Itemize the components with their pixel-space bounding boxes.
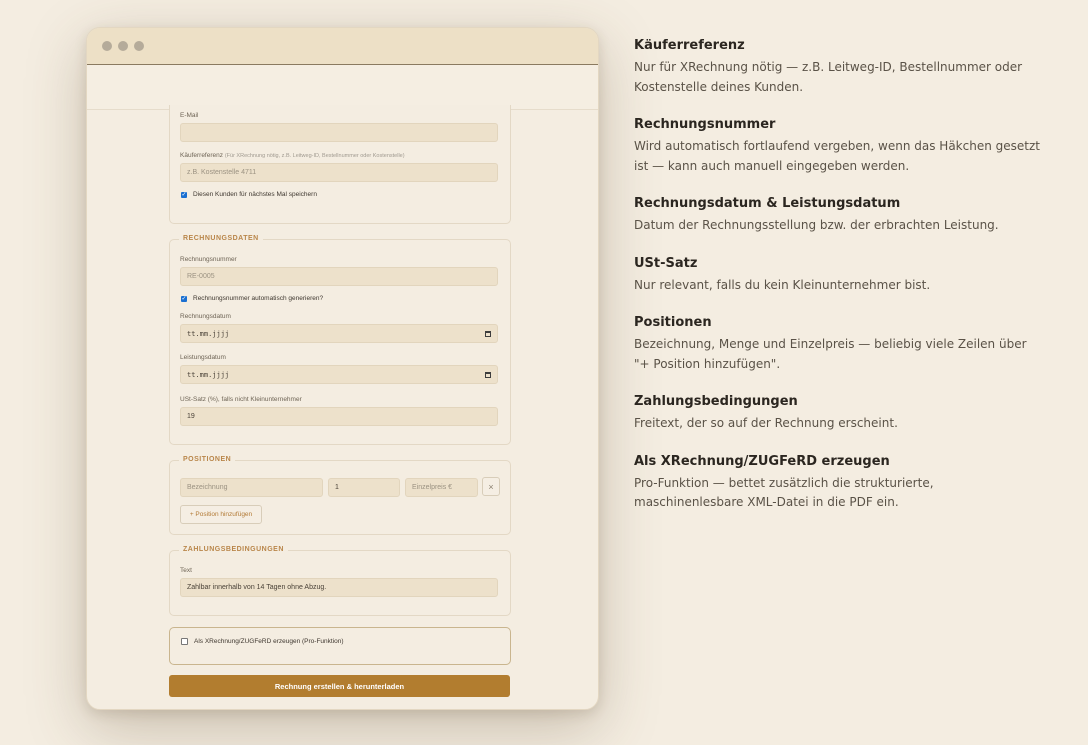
invoice-number-input[interactable]: RE-0005 <box>180 267 498 286</box>
help-text: Pro-Funktion — bettet zusätzlich die str… <box>634 475 934 510</box>
calendar-icon[interactable] <box>485 371 491 378</box>
window-close-dot[interactable] <box>102 41 112 51</box>
auto-number-label: Rechnungsnummer automatisch generieren? <box>193 295 324 302</box>
help-text: Bezeichnung, Menge und Einzelpreis — bel… <box>634 337 1027 371</box>
help-panel: Käuferreferenz Nur für XRechnung nötig —… <box>634 38 1044 533</box>
invoice-date-label: Rechnungsdatum <box>180 313 231 320</box>
xrechnung-section: Als XRechnung/ZUGFeRD erzeugen (Pro-Funk… <box>169 627 511 665</box>
position-quantity-input[interactable]: 1 <box>328 478 400 497</box>
help-title: Rechnungsnummer <box>634 117 776 132</box>
invoice-data-section: RECHNUNGSDATEN Rechnungsnummer RE-0005 ✓… <box>169 235 511 445</box>
help-title: Zahlungsbedingungen <box>634 394 798 409</box>
help-text: Nur für XRechnung nötig — z.B. Leitweg-I… <box>634 60 1023 94</box>
buyer-ref-label: Käuferreferenz (Für XRechnung nötig, z.B… <box>180 152 405 159</box>
help-title: Rechnungsdatum & Leistungsdatum <box>634 196 901 211</box>
payment-text-label: Text <box>180 567 192 574</box>
buyer-ref-hint: (Für XRechnung nötig, z.B. Leitweg-ID, B… <box>224 153 405 159</box>
email-input[interactable] <box>180 123 498 142</box>
invoice-date-value: tt.mm.jjjj <box>187 329 230 338</box>
save-customer-checkbox[interactable]: ✓ Diesen Kunden für nächstes Mal speiche… <box>181 191 317 198</box>
payment-terms-section: ZAHLUNGSBEDINGUNGEN Text Zahlbar innerha… <box>169 546 511 616</box>
create-invoice-button[interactable]: Rechnung erstellen & herunterladen <box>169 675 510 697</box>
checkbox-checked-icon: ✓ <box>181 191 187 198</box>
invoice-form: E-Mail Käuferreferenz (Für XRechnung nöt… <box>87 105 598 709</box>
save-customer-label: Diesen Kunden für nächstes Mal speichern <box>193 191 317 198</box>
position-description-input[interactable]: Bezeichnung <box>180 478 323 497</box>
checkbox-unchecked-icon <box>181 638 188 645</box>
help-text: Datum der Rechnungsstellung bzw. der erb… <box>634 218 999 232</box>
remove-position-button[interactable]: × <box>482 477 500 496</box>
app-header <box>87 65 598 110</box>
calendar-icon[interactable] <box>485 330 491 337</box>
buyer-ref-input[interactable]: z.B. Kostenstelle 4711 <box>180 163 498 182</box>
email-label: E-Mail <box>180 112 199 119</box>
checkbox-checked-icon: ✓ <box>181 295 187 302</box>
customer-section: E-Mail Käuferreferenz (Für XRechnung nöt… <box>169 105 511 224</box>
service-date-value: tt.mm.jjjj <box>187 370 230 379</box>
xrechnung-label: Als XRechnung/ZUGFeRD erzeugen (Pro-Funk… <box>194 638 344 645</box>
xrechnung-checkbox[interactable]: Als XRechnung/ZUGFeRD erzeugen (Pro-Funk… <box>181 638 344 645</box>
vat-input[interactable]: 19 <box>180 407 498 426</box>
window-titlebar <box>87 28 598 65</box>
browser-window: E-Mail Käuferreferenz (Für XRechnung nöt… <box>86 27 599 710</box>
auto-number-checkbox[interactable]: ✓ Rechnungsnummer automatisch generieren… <box>181 295 323 302</box>
help-title: USt-Satz <box>634 255 698 271</box>
invoice-data-legend: RECHNUNGSDATEN <box>179 235 263 242</box>
window-minimize-dot[interactable] <box>118 41 128 51</box>
help-text: Freitext, der so auf der Rechnung ersche… <box>634 416 898 430</box>
positions-section: POSITIONEN Bezeichnung 1 Einzelpreis € ×… <box>169 456 511 535</box>
payment-text-input[interactable]: Zahlbar innerhalb von 14 Tagen ohne Abzu… <box>180 578 498 597</box>
add-position-button[interactable]: + Position hinzufügen <box>180 505 262 524</box>
payment-terms-legend: ZAHLUNGSBEDINGUNGEN <box>179 546 288 553</box>
help-text: Nur relevant, falls du kein Kleinunterne… <box>634 277 931 292</box>
position-price-input[interactable]: Einzelpreis € <box>405 478 478 497</box>
service-date-label: Leistungsdatum <box>180 354 226 361</box>
help-title: Positionen <box>634 315 712 330</box>
help-title: Käuferreferenz <box>634 38 745 53</box>
help-text: Wird automatisch fortlaufend vergeben, w… <box>634 139 1040 173</box>
invoice-number-label: Rechnungsnummer <box>180 256 237 263</box>
invoice-date-input[interactable]: tt.mm.jjjj <box>180 324 498 343</box>
positions-legend: POSITIONEN <box>179 456 236 463</box>
service-date-input[interactable]: tt.mm.jjjj <box>180 365 498 384</box>
help-title: Als XRechnung/ZUGFeRD erzeugen <box>634 453 890 469</box>
window-maximize-dot[interactable] <box>134 41 144 51</box>
vat-label: USt-Satz (%), falls nicht Kleinunternehm… <box>180 396 302 403</box>
